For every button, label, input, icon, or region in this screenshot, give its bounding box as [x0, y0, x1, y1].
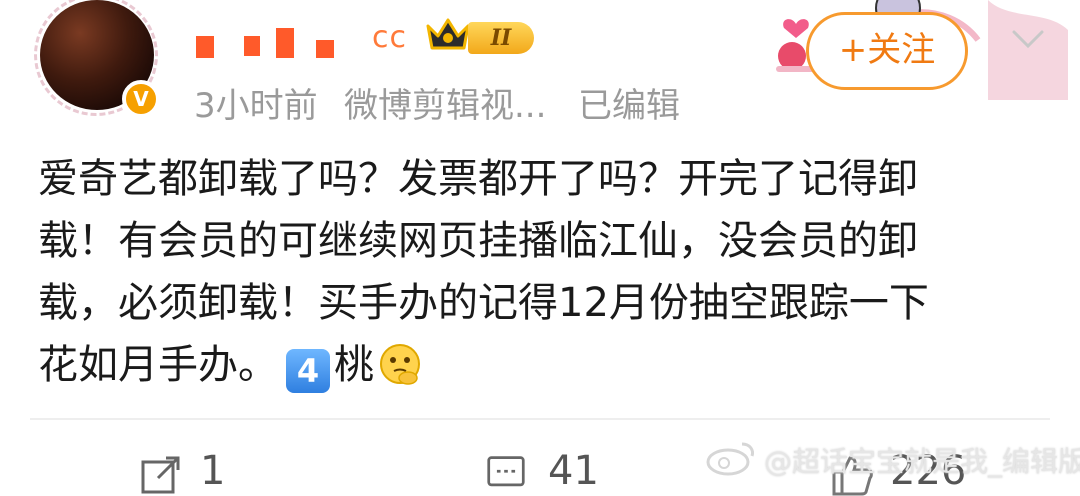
divider — [30, 418, 1050, 420]
verified-badge-icon: V — [122, 80, 160, 118]
repost-count: 1 — [200, 448, 226, 494]
watermark: @超话宝宝就是我_编辑版 — [764, 445, 1080, 478]
member-level-badge: II — [468, 22, 534, 54]
follow-button[interactable]: +关注 — [806, 12, 968, 90]
post-content: 爱奇艺都卸载了吗？发票都开了吗？开完了记得卸 载！有会员的可继续网页挂播临江仙，… — [38, 148, 1058, 396]
chevron-down-icon[interactable] — [1010, 20, 1046, 56]
crown-icon — [426, 18, 470, 50]
avatar[interactable]: V — [30, 0, 160, 122]
content-line-text: 花如月手办。 — [38, 342, 278, 388]
thinking-face-emoji-icon — [380, 344, 420, 385]
author-name-tail[interactable]: cc — [372, 20, 407, 55]
post-source[interactable]: 微博剪辑视... — [344, 78, 546, 127]
content-line: 载！有会员的可继续网页挂播临江仙，没会员的卸 — [38, 218, 918, 264]
author-name-redacted[interactable] — [196, 26, 346, 60]
content-line-last: 花如月手办。 4 桃 — [38, 334, 1058, 396]
comment-icon — [487, 456, 525, 487]
weibo-logo-icon — [706, 442, 754, 476]
content-line: 爱奇艺都卸载了吗？发票都开了吗？开完了记得卸 — [38, 156, 918, 202]
comment-count: 41 — [548, 448, 599, 494]
content-line: 载，必须卸载！买手办的记得12月份抽空跟踪一下 — [38, 280, 929, 326]
number-four-emoji-icon: 4 — [286, 349, 330, 393]
trailing-word: 桃 — [334, 342, 374, 388]
repost-icon — [141, 456, 180, 494]
post-time: 3小时前 — [194, 86, 318, 126]
edited-label[interactable]: 已编辑 — [578, 78, 680, 127]
